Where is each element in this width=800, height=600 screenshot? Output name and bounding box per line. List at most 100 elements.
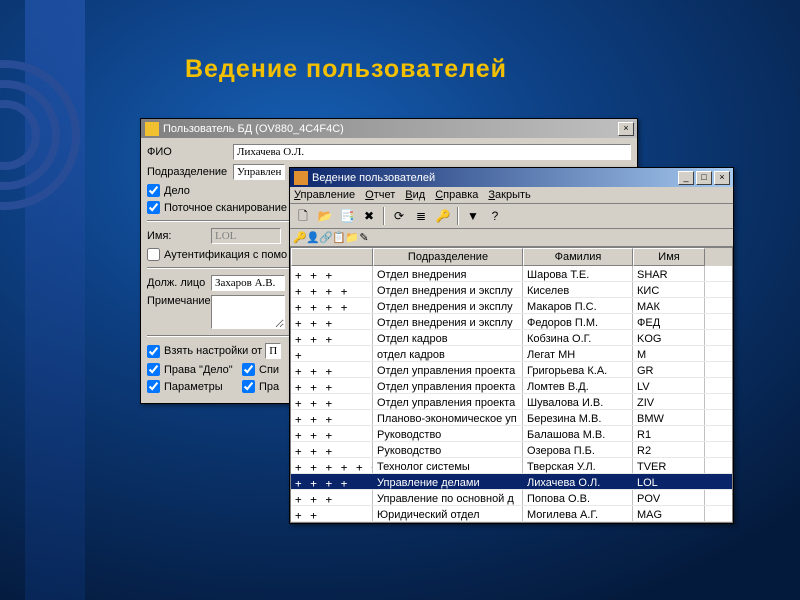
rights2-checkbox[interactable] xyxy=(242,380,255,393)
table-row[interactable]: + + +Управление по основной дПопова О.В.… xyxy=(291,490,732,506)
col-fam[interactable]: Фамилия xyxy=(523,248,633,266)
minimize-icon[interactable]: _ xyxy=(678,171,694,185)
menu-Справка[interactable]: Справка xyxy=(435,189,478,201)
cell-fam: Макаров П.С. xyxy=(523,298,633,313)
cell-flags: + + + + xyxy=(291,474,373,489)
table-row[interactable]: + + + +Отдел внедрения и эксплуМакаров П… xyxy=(291,298,732,314)
doc-checkbox[interactable] xyxy=(147,184,160,197)
cell-fam: Лихачева О.Л. xyxy=(523,474,633,489)
list-icon[interactable]: ≣ xyxy=(411,206,431,226)
table-row[interactable]: + + +Отдел управления проектаГригорьева … xyxy=(291,362,732,378)
cell-name: GR xyxy=(633,362,705,377)
table-row[interactable]: + + + +Отдел внедрения и эксплуКиселевКИ… xyxy=(291,282,732,298)
cell-dept: Руководство xyxy=(373,442,523,457)
help-icon[interactable]: ? xyxy=(485,206,505,226)
cell-flags: + + + xyxy=(291,314,373,329)
table-row[interactable]: + + +РуководствоБалашова М.В.R1 xyxy=(291,426,732,442)
cell-fam: Могилева А.Г. xyxy=(523,506,633,521)
table-row[interactable]: + + +Отдел управления проектаШувалова И.… xyxy=(291,394,732,410)
table-row[interactable]: + + +Планово-экономическое упБерезина М.… xyxy=(291,410,732,426)
table-row[interactable]: + + + +Управление деламиЛихачева О.Л.LOL xyxy=(291,474,732,490)
doc-label: Дело xyxy=(164,185,190,197)
open-icon[interactable]: 📂 xyxy=(315,206,335,226)
flag-icon: 📋 xyxy=(332,231,344,244)
cell-flags: + + + xyxy=(291,266,373,281)
grid-body[interactable]: + + +Отдел внедренияШарова Т.Е.SHAR + + … xyxy=(291,266,732,522)
cell-flags: + + xyxy=(291,506,373,521)
delete-icon[interactable]: ✖ xyxy=(359,206,379,226)
rights-checkbox[interactable] xyxy=(147,363,160,376)
table-row[interactable]: + + +Отдел внедрения и эксплуФедоров П.М… xyxy=(291,314,732,330)
cell-name: TVER xyxy=(633,458,705,473)
cell-name: POV xyxy=(633,490,705,505)
cell-dept: Юридический отдел xyxy=(373,506,523,521)
decor-stripe xyxy=(25,0,85,600)
menu-Управление[interactable]: Управление xyxy=(294,189,355,201)
cell-fam: Федоров П.М. xyxy=(523,314,633,329)
menu-Закрыть[interactable]: Закрыть xyxy=(488,189,530,201)
menu-Отчет[interactable]: Отчет xyxy=(365,189,395,201)
refresh-icon[interactable]: ⟳ xyxy=(389,206,409,226)
maximize-icon[interactable]: □ xyxy=(696,171,712,185)
cell-fam: Григорьева К.А. xyxy=(523,362,633,377)
cell-dept: Технолог системы xyxy=(373,458,523,473)
rights2-label: Пра xyxy=(259,381,279,393)
cell-name: BMW xyxy=(633,410,705,425)
person-input[interactable] xyxy=(211,275,285,291)
takefrom-checkbox[interactable] xyxy=(147,345,160,358)
cell-fam: Балашова М.В. xyxy=(523,426,633,441)
lists-label: Спи xyxy=(259,364,279,376)
cell-flags: + + + xyxy=(291,362,373,377)
fio-input[interactable] xyxy=(233,144,631,160)
params-checkbox[interactable] xyxy=(147,380,160,393)
col-flags[interactable] xyxy=(291,248,373,266)
table-row[interactable]: + + + + + +Технолог системыТверская У.Л.… xyxy=(291,458,732,474)
cell-flags: + + + + + + xyxy=(291,458,373,473)
table-row[interactable]: + + +Отдел кадровКобзина О.Г.KOG xyxy=(291,330,732,346)
table-row[interactable]: + + +Отдел внедренияШарова Т.Е.SHAR xyxy=(291,266,732,282)
col-name[interactable]: Имя xyxy=(633,248,705,266)
cell-flags: + xyxy=(291,346,373,361)
auth-checkbox[interactable] xyxy=(147,248,160,261)
titlebar[interactable]: Ведение пользователей _ □ × xyxy=(290,168,733,187)
titlebar[interactable]: Пользователь БД (OV880_4C4F4C) × xyxy=(141,119,637,138)
cell-fam: Шувалова И.В. xyxy=(523,394,633,409)
filter-icon[interactable]: ▼ xyxy=(463,206,483,226)
flag-icon: 👤 xyxy=(306,231,318,244)
lists-checkbox[interactable] xyxy=(242,363,255,376)
keys-icon[interactable]: 🔑 xyxy=(433,206,453,226)
cell-fam: Тверская У.Л. xyxy=(523,458,633,473)
rights-label: Права "Дело" xyxy=(164,364,242,376)
table-row[interactable]: +отдел кадровЛегат МНМ xyxy=(291,346,732,362)
dept-input[interactable] xyxy=(233,164,285,180)
scan-checkbox[interactable] xyxy=(147,201,160,214)
cell-dept: Отдел управления проекта xyxy=(373,362,523,377)
close-icon[interactable]: × xyxy=(618,122,634,136)
cell-flags: + + + xyxy=(291,426,373,441)
cell-flags: + + + + xyxy=(291,282,373,297)
params-label: Параметры xyxy=(164,381,242,393)
copy-icon[interactable]: 📑 xyxy=(337,206,357,226)
menu-Вид[interactable]: Вид xyxy=(405,189,425,201)
close-icon[interactable]: × xyxy=(714,171,730,185)
col-dept[interactable]: Подразделение xyxy=(373,248,523,266)
cell-flags: + + + xyxy=(291,490,373,505)
user-grid: Подразделение Фамилия Имя + + +Отдел вне… xyxy=(290,247,733,523)
cell-dept: Управление делами xyxy=(373,474,523,489)
menubar: Управление Отчет Вид Справка Закрыть xyxy=(290,187,733,204)
cell-name: SHAR xyxy=(633,266,705,281)
cell-flags: + + + xyxy=(291,378,373,393)
window-title: Ведение пользователей xyxy=(312,172,676,184)
table-row[interactable]: + +Юридический отделМогилева А.Г.MAG xyxy=(291,506,732,522)
note-label: Примечание xyxy=(147,295,211,307)
app-icon xyxy=(145,122,159,136)
flag-icon: 🔑 xyxy=(293,231,305,244)
takefrom-input[interactable] xyxy=(265,343,281,359)
note-textarea[interactable] xyxy=(211,295,285,329)
cell-dept: Отдел внедрения и эксплу xyxy=(373,298,523,313)
table-row[interactable]: + + +РуководствоОзерова П.Б.R2 xyxy=(291,442,732,458)
table-row[interactable]: + + +Отдел управления проектаЛомтев В.Д.… xyxy=(291,378,732,394)
cell-name: КИС xyxy=(633,282,705,297)
new-icon[interactable]: 🗋 xyxy=(293,206,313,226)
cell-name: М xyxy=(633,346,705,361)
